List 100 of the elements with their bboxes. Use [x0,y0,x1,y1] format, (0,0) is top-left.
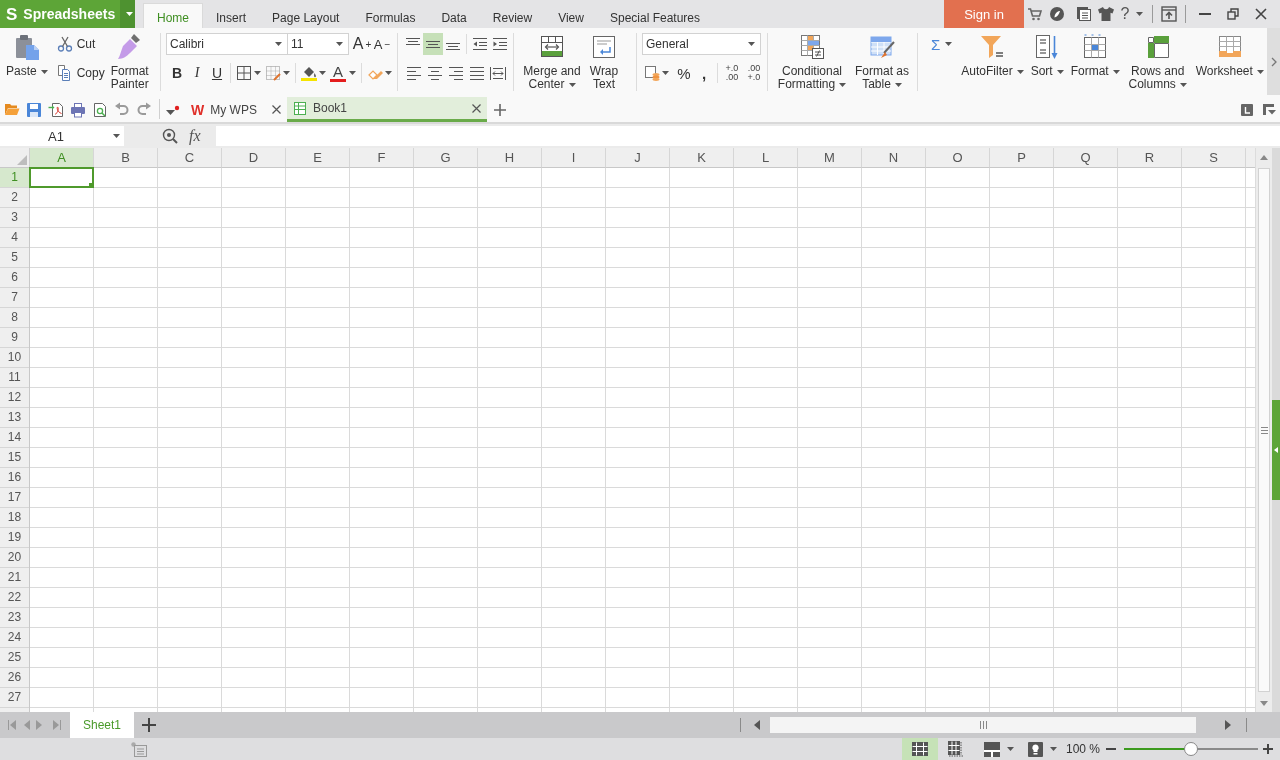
format-button[interactable]: Format [1068,30,1122,92]
sheet-tab[interactable]: Sheet1 [70,712,134,738]
format-painter-button[interactable]: Format Painter [105,30,154,92]
font-size-field[interactable]: 11 [287,33,349,55]
row-header[interactable]: 24 [0,628,29,648]
scrollbar-thumb[interactable] [1258,168,1270,692]
restore-icon[interactable] [1227,8,1239,20]
ribbon-tab[interactable]: View [545,0,597,28]
row-header[interactable]: 3 [0,208,29,228]
slider-thumb[interactable] [1184,742,1198,756]
row-header[interactable]: 19 [0,528,29,548]
help-button[interactable]: ? [1117,0,1147,28]
row-header[interactable]: 26 [0,668,29,688]
column-header[interactable]: L [734,148,798,168]
add-sheet-icon[interactable] [142,718,156,732]
decrease-decimal-button[interactable]: .00 +.0 [743,62,765,84]
row-header[interactable]: 27 [0,688,29,708]
zoom-in-icon[interactable] [1263,744,1273,754]
column-header[interactable]: I [542,148,606,168]
autofilter-button[interactable]: AutoFilter [959,30,1026,92]
folder-icon[interactable] [4,101,20,118]
column-header[interactable]: O [926,148,990,168]
export-icon[interactable] [48,101,64,118]
ribbon-tab[interactable]: Review [479,0,546,28]
dropdown-dot-icon[interactable] [166,104,180,115]
comma-style-button[interactable]: , [694,62,714,84]
row-header[interactable]: 4 [0,228,29,248]
ribbon-tab[interactable]: Home [143,3,203,28]
row-header[interactable]: 9 [0,328,29,348]
redo-icon[interactable] [136,101,152,118]
column-header[interactable]: C [158,148,222,168]
vertical-scrollbar[interactable] [1255,148,1272,712]
document-icon[interactable] [1077,7,1091,21]
normal-view-button[interactable] [901,738,938,760]
ribbon-tab[interactable]: Data [428,0,480,28]
ribbon-tab[interactable]: Special Features [596,0,713,28]
panel-icon[interactable] [1241,103,1253,116]
close-icon[interactable] [272,105,281,114]
scroll-down-arrow-icon[interactable] [1260,700,1268,706]
leaf-badge-icon[interactable] [1050,7,1064,21]
row-header[interactable]: 16 [0,468,29,488]
row-header[interactable]: 22 [0,588,29,608]
column-header[interactable]: S [1182,148,1246,168]
column-header[interactable]: G [414,148,478,168]
increase-decimal-button[interactable]: +.0 .00 [721,62,743,84]
underline-button[interactable]: U [207,62,227,84]
row-header[interactable]: 6 [0,268,29,288]
column-header[interactable]: R [1118,148,1182,168]
scroll-right-arrow-icon[interactable] [1225,720,1231,730]
name-box[interactable]: A1 [0,126,124,146]
row-header[interactable]: 10 [0,348,29,368]
shirt-icon[interactable] [1098,7,1114,21]
scroll-up-arrow-icon[interactable] [1260,154,1268,160]
close-icon[interactable] [1255,8,1267,20]
column-header[interactable]: M [798,148,862,168]
document-tab[interactable]: Book1 [287,97,487,122]
sum-button[interactable]: Σ [927,33,957,55]
ribbon-tab[interactable]: Page Layout [259,0,353,28]
row-header[interactable]: 23 [0,608,29,628]
column-header[interactable]: E [286,148,350,168]
upload-icon[interactable] [1161,6,1177,22]
percent-button[interactable]: % [674,62,694,84]
merge-and-center-button[interactable]: Merge and Center [519,30,585,92]
plus-icon[interactable] [494,103,506,116]
row-header[interactable]: 11 [0,368,29,388]
align-middle-button[interactable] [423,33,443,55]
document-tab[interactable]: W My WPS [187,97,287,122]
column-header[interactable]: Q [1054,148,1118,168]
row-header[interactable]: 21 [0,568,29,588]
row-header[interactable]: 5 [0,248,29,268]
conditional-formatting-button[interactable]: Conditional Formatting [773,30,851,92]
sort-button[interactable]: Sort [1028,30,1066,92]
copy-button[interactable]: Copy [53,62,108,84]
scrollbar-thumb[interactable] [770,717,1196,733]
column-header[interactable]: B [94,148,158,168]
wrap-text-button[interactable]: Wrap Text [585,30,623,92]
row-header[interactable]: 18 [0,508,29,528]
rows-and-columns-button[interactable]: Rows and Columns [1124,30,1191,92]
column-header[interactable]: J [606,148,670,168]
save-icon[interactable] [26,101,42,118]
printer-icon[interactable] [70,101,86,118]
magnifier-icon[interactable] [162,128,178,144]
function-label[interactable]: fx [189,127,201,145]
row-header[interactable]: 14 [0,428,29,448]
font-name-field[interactable]: Calibri [166,33,288,55]
column-header[interactable]: K [670,148,734,168]
row-header[interactable]: 13 [0,408,29,428]
row-header[interactable]: 20 [0,548,29,568]
row-header[interactable]: 8 [0,308,29,328]
font-color-button[interactable]: A [328,62,358,84]
close-icon[interactable] [472,103,481,113]
column-header[interactable]: P [990,148,1054,168]
column-header[interactable]: D [222,148,286,168]
number-format-field[interactable]: General [642,33,761,55]
row-header[interactable]: 15 [0,448,29,468]
scroll-left-arrow-icon[interactable] [754,720,760,730]
cart-icon[interactable] [1027,7,1043,21]
row-header[interactable]: 2 [0,188,29,208]
worksheet-button[interactable]: Worksheet [1193,30,1266,92]
row-header[interactable]: 25 [0,648,29,668]
